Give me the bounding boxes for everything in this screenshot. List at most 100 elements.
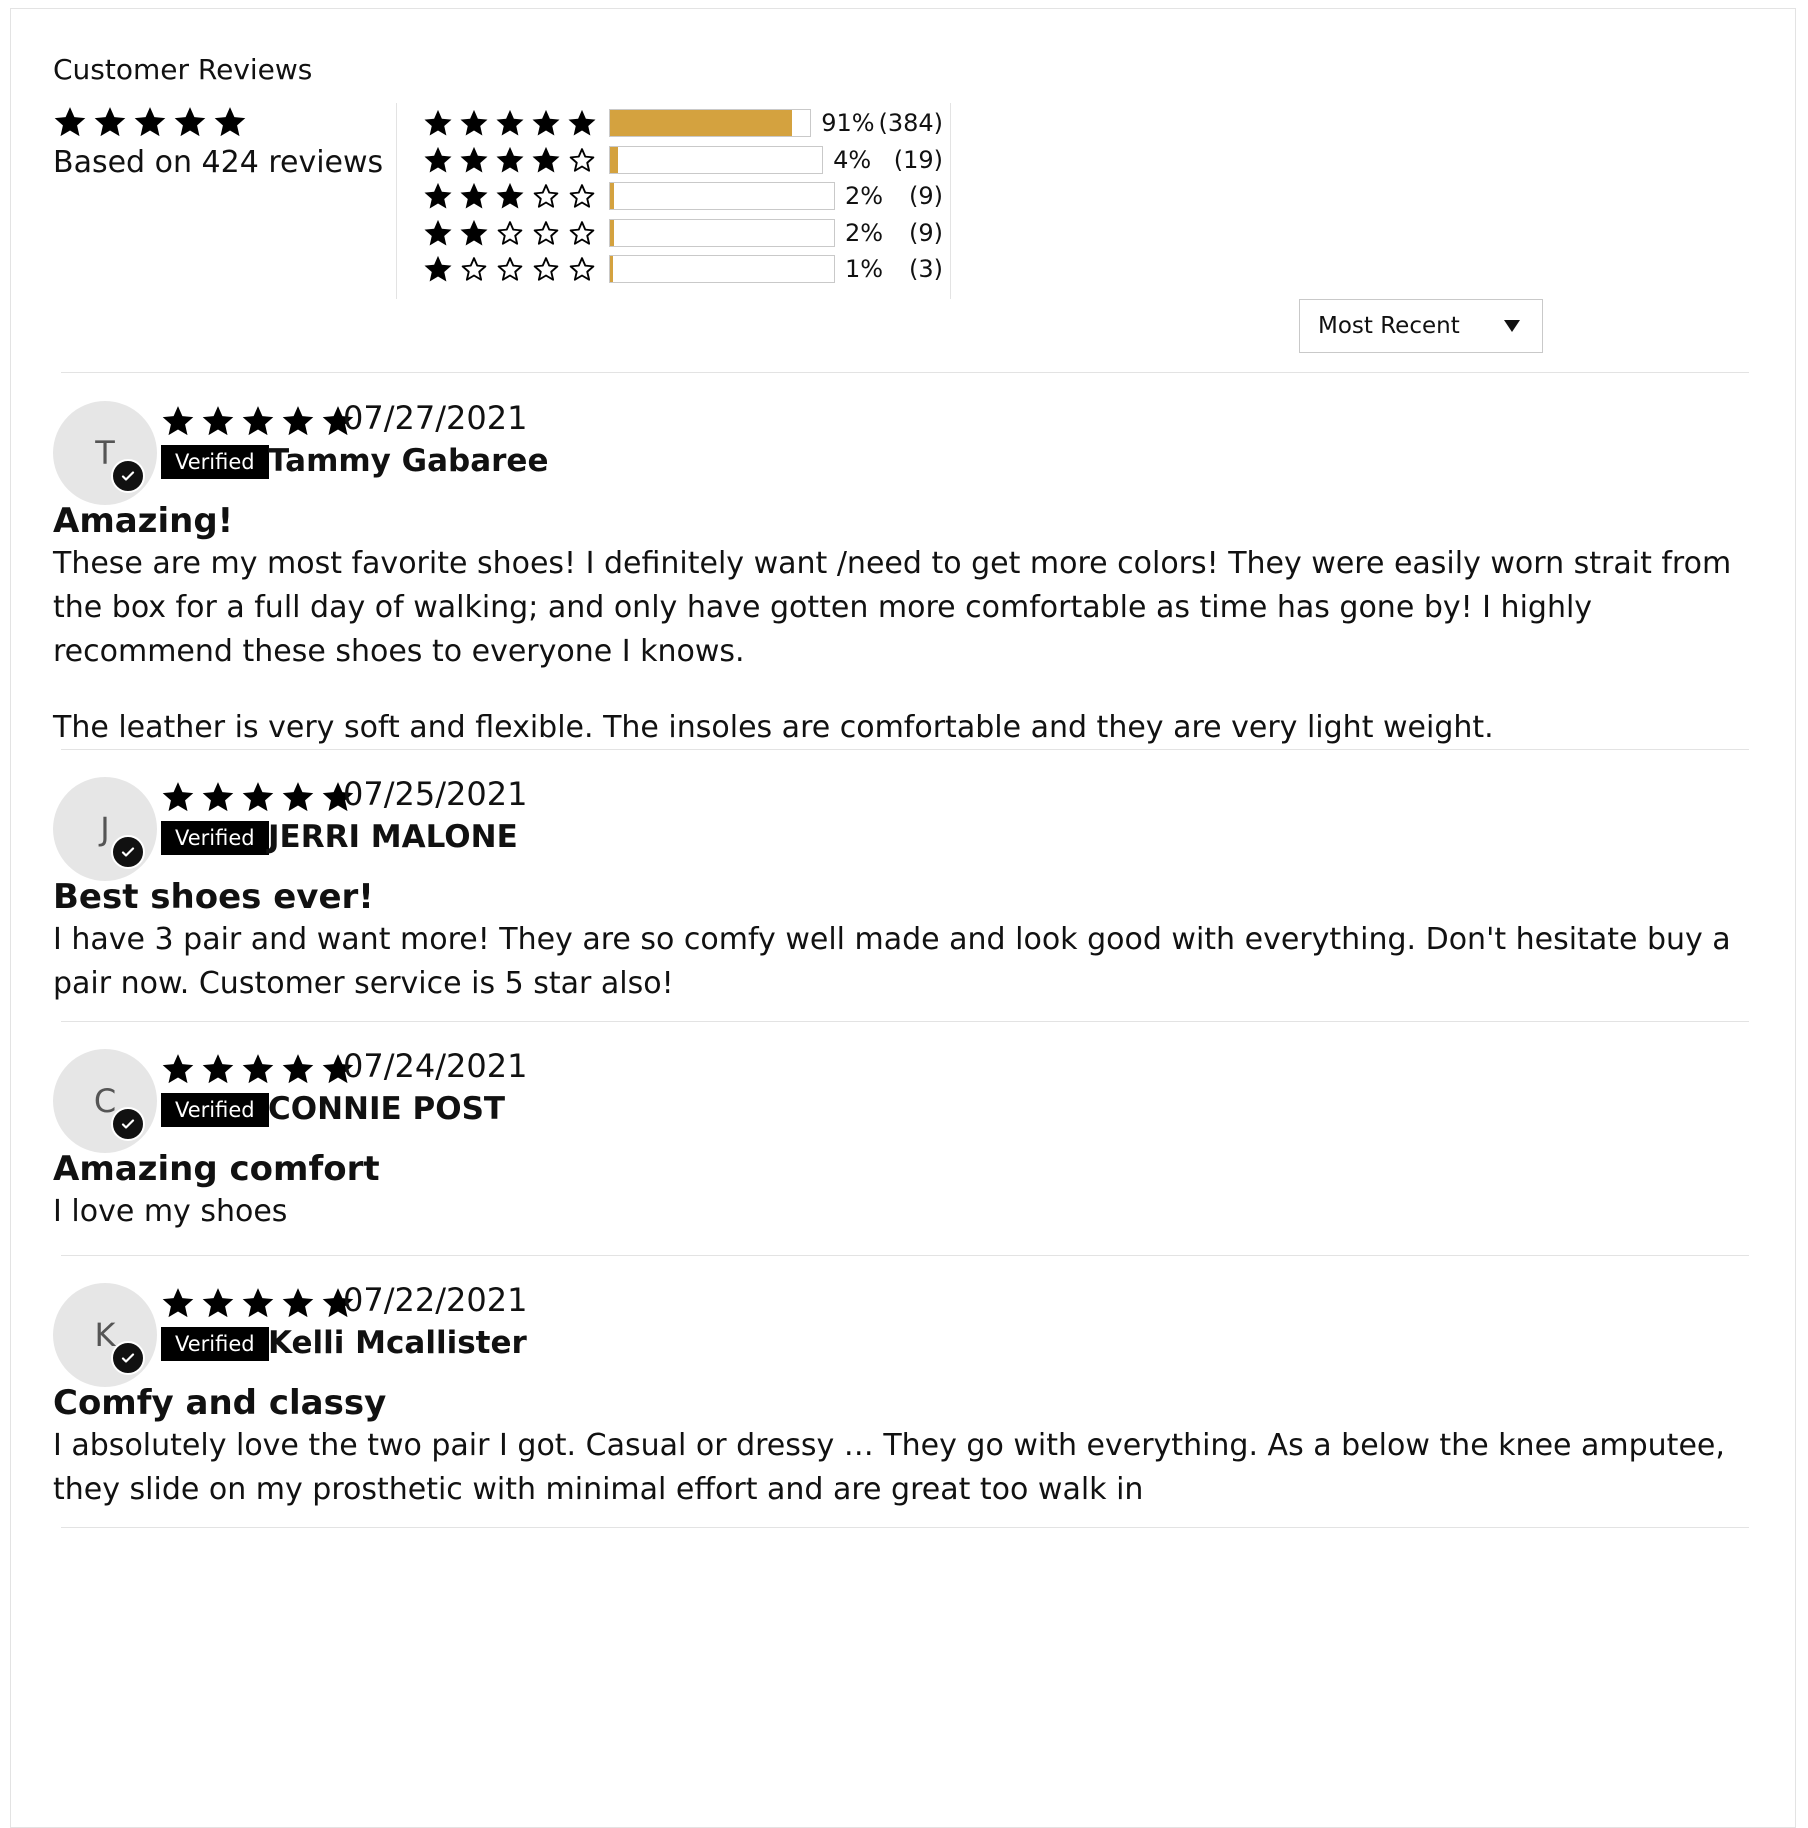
star-filled-icon: [423, 108, 453, 138]
verified-badge: Verified: [161, 1093, 269, 1127]
star-empty-icon: [567, 145, 597, 175]
histogram-percent: 2%: [845, 182, 884, 210]
avatar: T: [53, 401, 157, 505]
divider: [61, 1021, 1749, 1022]
verified-badge: Verified: [161, 445, 269, 479]
review-title: Comfy and classy: [53, 1383, 387, 1423]
star-filled-icon: [495, 108, 525, 138]
histogram-bar-fill: [610, 219, 615, 246]
reviewer-name: CONNIE POST: [268, 1091, 506, 1127]
avatar-initial: T: [95, 434, 115, 472]
histogram-percent: 1%: [845, 255, 884, 283]
star-filled-icon: [53, 105, 87, 139]
star-filled-icon: [495, 145, 525, 175]
histogram-stars: [423, 218, 597, 248]
histogram-bar-fill: [610, 183, 615, 209]
histogram-bar: [609, 182, 835, 210]
star-empty-icon: [459, 254, 489, 284]
star-filled-icon: [531, 145, 561, 175]
review-date: 07/27/2021: [343, 399, 528, 437]
histogram-row-1[interactable]: 1% (3): [423, 253, 943, 285]
divider: [61, 749, 1749, 750]
verified-check-icon: [111, 835, 145, 869]
verified-badge: Verified: [161, 821, 269, 855]
star-empty-icon: [495, 254, 525, 284]
reviewer-name: JERRI MALONE: [268, 819, 518, 855]
star-filled-icon: [567, 108, 597, 138]
histogram-percent: 2%: [845, 218, 884, 247]
divider: [61, 1527, 1749, 1528]
star-empty-icon: [531, 254, 561, 284]
histogram-row-5[interactable]: 91% (384): [423, 107, 943, 139]
review-rating-stars: [161, 780, 355, 814]
review-body: I have 3 pair and want more! They are so…: [53, 918, 1743, 1006]
histogram-row-2[interactable]: 2% (9): [423, 217, 943, 249]
star-filled-icon: [281, 1052, 315, 1086]
verified-check-icon: [111, 1341, 145, 1375]
avatar-initial: J: [100, 810, 110, 848]
average-rating-stars: [53, 105, 247, 139]
histogram-bar-fill: [610, 146, 619, 173]
star-filled-icon: [161, 1286, 195, 1320]
review-title: Amazing comfort: [53, 1149, 380, 1189]
star-filled-icon: [241, 1286, 275, 1320]
review-paragraph: The leather is very soft and flexible. T…: [53, 710, 1494, 745]
histogram-bar-fill: [610, 110, 793, 136]
star-filled-icon: [241, 1052, 275, 1086]
reviews-heading: Customer Reviews: [53, 53, 313, 86]
histogram-count: (9): [909, 182, 943, 210]
verified-check-icon: [111, 459, 145, 493]
review-rating-stars: [161, 1286, 355, 1320]
star-filled-icon: [201, 1286, 235, 1320]
star-filled-icon: [173, 105, 207, 139]
review-date: 07/22/2021: [343, 1281, 528, 1319]
histogram-percent: 4%: [833, 145, 872, 174]
histogram-bar: [609, 255, 835, 283]
star-filled-icon: [281, 780, 315, 814]
divider: [61, 1255, 1749, 1256]
star-filled-icon: [423, 218, 453, 248]
histogram-bar: [609, 109, 812, 137]
histogram-percent: 91%: [821, 109, 875, 137]
verified-check-icon: [111, 1107, 145, 1141]
star-filled-icon: [423, 254, 453, 284]
histogram-stars: [423, 254, 597, 284]
star-empty-icon: [567, 218, 597, 248]
review-paragraph: I absolutely love the two pair I got. Ca…: [53, 1428, 1725, 1507]
star-filled-icon: [459, 181, 489, 211]
reviews-widget: Customer Reviews Based on 424 reviews 91…: [10, 8, 1796, 1828]
avatar: J: [53, 777, 157, 881]
review-title: Amazing!: [53, 501, 234, 541]
histogram-count: (19): [893, 145, 943, 174]
avatar-initial: K: [94, 1316, 116, 1354]
star-filled-icon: [201, 780, 235, 814]
star-filled-icon: [133, 105, 167, 139]
divider: [61, 372, 1749, 373]
star-filled-icon: [241, 780, 275, 814]
histogram-bar: [609, 218, 835, 247]
reviewer-name: Tammy Gabaree: [268, 443, 549, 479]
review-date: 07/25/2021: [343, 775, 528, 813]
summary-divider-right: [950, 103, 951, 299]
histogram-stars: [423, 145, 597, 175]
histogram-bar: [609, 145, 824, 174]
histogram-row-3[interactable]: 2% (9): [423, 180, 943, 212]
star-filled-icon: [213, 105, 247, 139]
histogram-bar-fill: [610, 256, 613, 282]
star-empty-icon: [567, 181, 597, 211]
star-empty-icon: [567, 254, 597, 284]
star-filled-icon: [281, 404, 315, 438]
review-rating-stars: [161, 404, 355, 438]
review-body: I love my shoes: [53, 1190, 1743, 1234]
sort-dropdown[interactable]: Most Recent: [1299, 299, 1543, 353]
star-filled-icon: [459, 218, 489, 248]
histogram-count: (384): [878, 109, 943, 137]
histogram-count: (3): [909, 255, 943, 283]
histogram-row-4[interactable]: 4% (19): [423, 144, 943, 176]
review-paragraph: I have 3 pair and want more! They are so…: [53, 922, 1731, 1001]
star-filled-icon: [459, 108, 489, 138]
star-filled-icon: [93, 105, 127, 139]
review-count-summary: Based on 424 reviews: [53, 145, 384, 180]
star-filled-icon: [161, 780, 195, 814]
star-empty-icon: [531, 181, 561, 211]
